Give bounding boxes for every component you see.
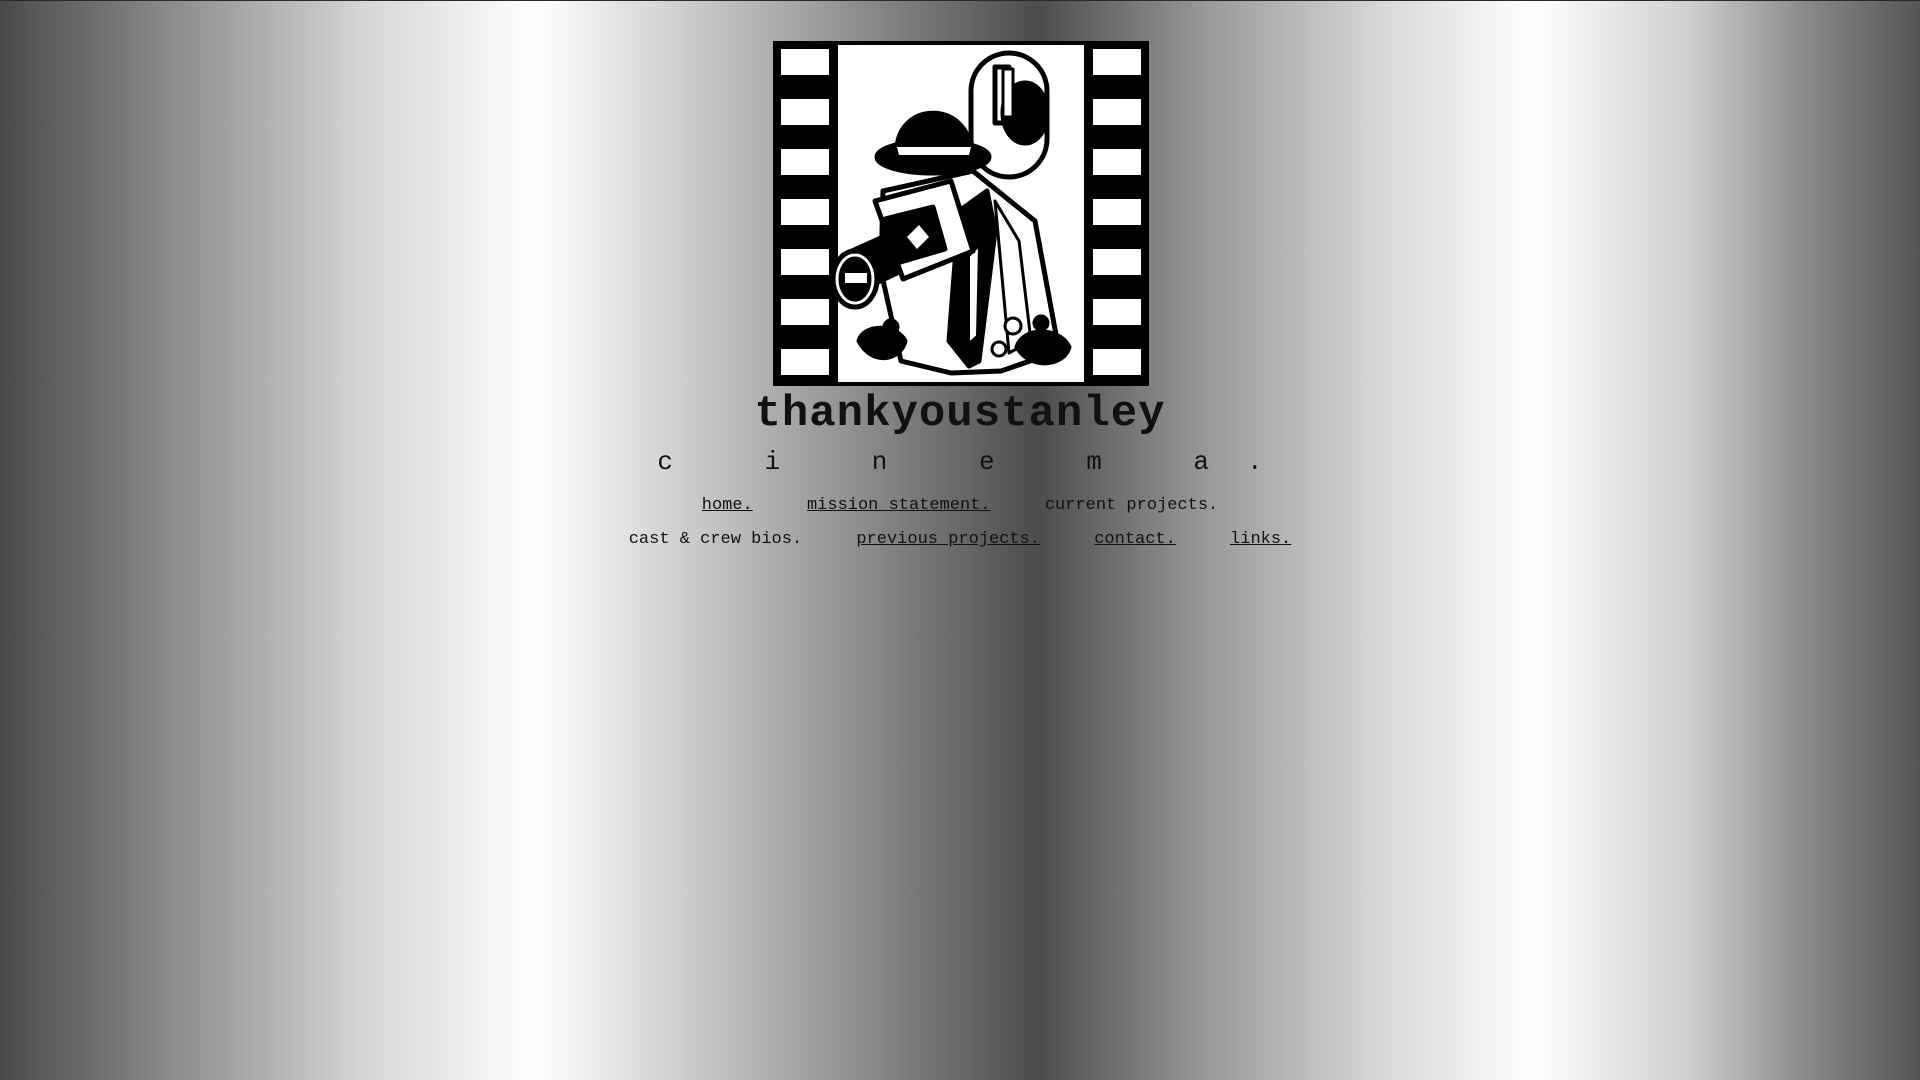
- nav-item-current-projects: current projects.: [1044, 496, 1219, 515]
- nav-link-home[interactable]: home.: [702, 495, 753, 517]
- logo-icon: [773, 41, 1149, 386]
- nav-link-links[interactable]: links.: [1230, 529, 1291, 551]
- nav-row-primary: home. mission statement. current project…: [0, 495, 1920, 517]
- nav-link-contact[interactable]: contact.: [1094, 529, 1176, 551]
- site-title: thankyoustanley: [754, 389, 1166, 439]
- site-subtitle: c i n e m a.: [657, 447, 1301, 477]
- nav-link-mission-statement[interactable]: mission statement.: [807, 495, 991, 517]
- nav-link-previous-projects[interactable]: previous projects.: [856, 529, 1040, 551]
- nav-item-cast-crew-bios: cast & crew bios.: [628, 530, 803, 549]
- film-strip-cameraman-logo: [773, 41, 1149, 386]
- nav-row-secondary: cast & crew bios. previous projects. con…: [0, 529, 1920, 551]
